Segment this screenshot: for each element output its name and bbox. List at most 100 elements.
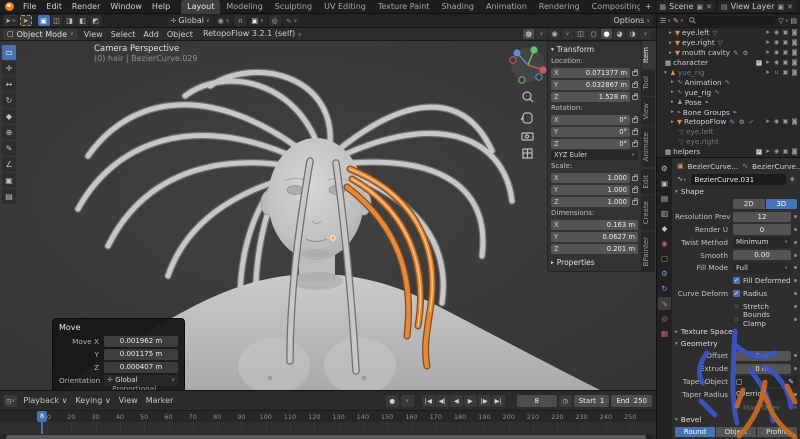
snap-toggle[interactable]: ∩ — [234, 15, 246, 26]
end-frame-field[interactable]: End250 — [611, 395, 652, 407]
bevel-round-button[interactable]: Round — [675, 427, 715, 438]
outliner-row-eye-left[interactable]: ▽eye.left — [657, 127, 800, 137]
timeline-menu-keying[interactable]: Keying ∨ — [71, 396, 114, 405]
geometry-section-header[interactable]: ▾Geometry — [675, 338, 797, 350]
filter-dropdown[interactable]: ▽∨ — [778, 17, 788, 25]
collection-checkbox-icon[interactable]: ✓ — [756, 60, 762, 66]
workspace-tab-compositing[interactable]: Compositing — [586, 0, 640, 14]
workspace-tab-layout[interactable]: Layout — [181, 0, 220, 14]
transform-tool-icon[interactable]: ⊕ — [2, 125, 16, 140]
breadcrumb-data[interactable]: BezierCurve... — [752, 162, 800, 171]
properties-tab-render[interactable]: ▣ — [658, 177, 671, 190]
rotation-z-field[interactable]: Z0° — [551, 139, 630, 149]
move-panel-title[interactable]: Move — [59, 322, 178, 334]
menu-file[interactable]: File — [18, 0, 41, 14]
bevel-profile-button[interactable]: Profile — [757, 427, 797, 438]
select-box-tool-icon[interactable]: ▭ — [2, 45, 16, 60]
camera-toggle-icon[interactable]: ◙ — [791, 59, 798, 66]
fill-deformed-checkbox[interactable]: ✓Fill Deformed — [733, 276, 791, 285]
camera-toggle-icon[interactable]: ◙ — [791, 39, 798, 46]
monitor-toggle-icon[interactable]: ▣ — [782, 49, 789, 56]
proportional-editing-toggle[interactable]: ◎ — [269, 15, 281, 26]
menu-render[interactable]: Render — [67, 0, 105, 14]
cursor-toggle-icon[interactable]: ➤ — [764, 118, 771, 125]
properties-tab-active-tool[interactable]: ⚙ — [658, 162, 671, 175]
bevel-section-header[interactable]: ▾Bevel — [675, 414, 797, 426]
shape-section-header[interactable]: ▾Shape — [675, 186, 797, 198]
npanel-tab-create[interactable]: Create — [642, 195, 655, 230]
camera-toggle-icon[interactable]: ◙ — [791, 49, 798, 56]
outliner-row-eye-right[interactable]: ▸▼eye.right▽➤◉▣◙ — [657, 38, 800, 48]
properties-subpanel-header[interactable]: ▸Properties — [551, 257, 638, 268]
collection-checkbox-icon[interactable]: ✓ — [756, 149, 762, 155]
auto-keying-record-icon[interactable]: ● — [386, 395, 399, 407]
properties-tab-material[interactable]: ◎ — [658, 312, 671, 325]
annotate-tool-icon[interactable]: ✎ — [2, 141, 16, 156]
editor-type-dropdown[interactable]: ◷∨ — [4, 395, 17, 407]
rotation-mode-dropdown[interactable]: XYZ Euler∨ — [551, 150, 638, 160]
viewport-menu-add[interactable]: Add — [139, 28, 163, 41]
timeline-track-area[interactable] — [0, 422, 656, 434]
select-mode-subtract-icon[interactable]: ◨ — [64, 15, 76, 26]
properties-tab-texture[interactable]: ▦ — [658, 327, 671, 340]
new-view-layer-icon[interactable]: ▣ — [778, 3, 785, 11]
workspace-tab-modeling[interactable]: Modeling — [220, 0, 268, 14]
outliner-row-animation[interactable]: ▸∿Animation∿ — [657, 77, 800, 87]
prev-keyframe-button[interactable]: ◀| — [436, 395, 449, 407]
start-frame-field[interactable]: Start1 — [574, 395, 610, 407]
new-scene-icon[interactable]: ▣ — [697, 3, 704, 11]
npanel-tab-view[interactable]: View — [642, 97, 655, 126]
add-primitive-tool-icon[interactable]: ▣ — [2, 173, 16, 188]
scale-y-field[interactable]: Y1.000 — [551, 185, 630, 195]
mode-dropdown[interactable]: ▢ Object Mode∨ — [3, 29, 78, 40]
properties-tab-object[interactable]: ▢ — [658, 252, 671, 265]
cursor-toggle-icon[interactable]: ➤ — [764, 69, 771, 76]
npanel-tab-tool[interactable]: Tool — [642, 70, 655, 96]
curve-data-icon[interactable]: ∿ — [742, 162, 748, 170]
curve-datablock-dropdown[interactable]: ∿∨ — [677, 175, 687, 183]
axis-gizmo[interactable] — [510, 46, 547, 83]
lock-icon[interactable] — [632, 142, 638, 147]
scale-tool-icon[interactable]: ◆ — [2, 109, 16, 124]
rotate-tool-icon[interactable]: ↻ — [2, 93, 16, 108]
lock-icon[interactable] — [632, 83, 638, 88]
outliner-row-bone-groups[interactable]: ▸⌁Bone Groups⌁ — [657, 107, 800, 117]
jump-end-button[interactable]: ▶| — [492, 395, 505, 407]
workspace-tab-sculpting[interactable]: Sculpting — [269, 0, 318, 14]
select-mode-extend-icon[interactable]: ◫ — [51, 15, 63, 26]
offset-field[interactable]: 0 m — [733, 351, 791, 362]
lock-icon[interactable] — [632, 118, 638, 123]
outliner-search-input[interactable] — [686, 16, 777, 26]
properties-tab-modifiers[interactable]: ⚙ — [658, 267, 671, 280]
bounds-clamp-checkbox[interactable]: Bounds Clamp — [733, 310, 791, 328]
viewport-menu-view[interactable]: View — [80, 28, 107, 41]
workspace-tab-animation[interactable]: Animation — [480, 0, 533, 14]
cursor-toggle-icon[interactable]: ➤ — [764, 29, 771, 36]
object-icon[interactable]: ▣ — [677, 162, 684, 170]
render-u-field[interactable]: 0 — [733, 224, 791, 235]
2d-button[interactable]: 2D — [733, 199, 765, 210]
gizmo-toggle-icon[interactable]: ◍ — [523, 29, 534, 39]
eye-toggle-icon[interactable]: ◉ — [773, 39, 780, 46]
eye-toggle-icon[interactable]: ◉ — [773, 59, 780, 66]
outliner-row-yue_rig[interactable]: ▾♟yue_rig➤∪▣◙ — [657, 68, 800, 78]
cursor-toggle-icon[interactable]: ➤ — [764, 148, 771, 155]
scale-x-field[interactable]: X1.000 — [551, 173, 630, 183]
datablock-name-field[interactable]: BezierCurve.031 — [691, 174, 786, 185]
npanel-tab-bpainter[interactable]: BPainter — [642, 231, 655, 272]
orientation-dropdown[interactable]: ✛ Global∨ — [168, 15, 213, 26]
shading-rendered-icon[interactable]: ◑ — [627, 29, 638, 39]
location-z-field[interactable]: Z1.528 m — [551, 92, 630, 102]
lock-icon[interactable] — [632, 71, 638, 76]
select-mode-new-icon[interactable]: ▣ — [38, 15, 50, 26]
radius-checkbox[interactable]: ✓Radius — [733, 289, 791, 298]
select-mode-intersect-icon[interactable]: ◩ — [90, 15, 102, 26]
gizmo-dropdown-icon[interactable]: ∨ — [536, 29, 547, 39]
eye-toggle-icon[interactable]: ◉ — [773, 148, 780, 155]
workspace-tab-texture-paint[interactable]: Texture Paint — [372, 0, 436, 14]
current-frame-field[interactable]: 8 — [517, 395, 557, 407]
move-tool-icon[interactable]: ↔ — [2, 77, 16, 92]
eye-closed-toggle-icon[interactable]: ∪ — [773, 69, 780, 76]
shading-solid-icon[interactable]: ● — [601, 29, 612, 39]
options-dropdown[interactable]: Options∨ — [610, 15, 653, 26]
